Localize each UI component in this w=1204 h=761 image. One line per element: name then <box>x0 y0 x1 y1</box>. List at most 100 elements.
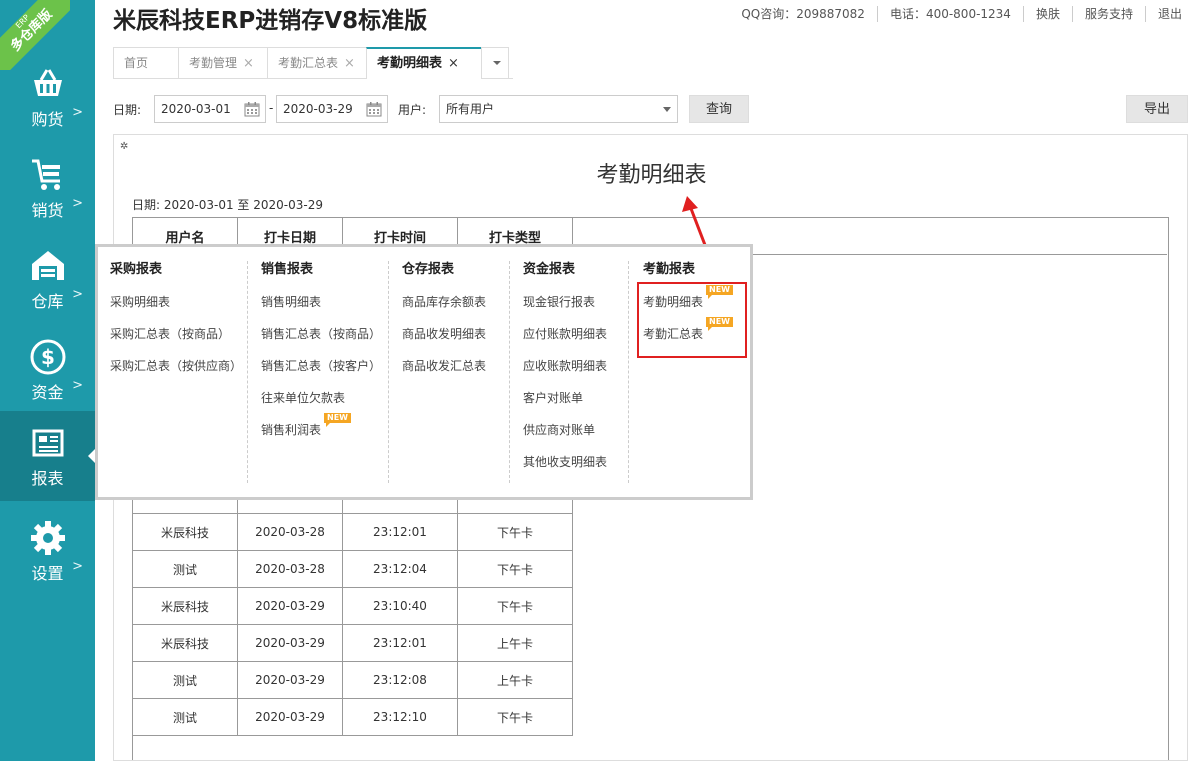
cell-type: 上午卡 <box>457 661 573 699</box>
table-row: 米辰科技 2020-03-29 23:12:01 上午卡 <box>132 624 573 662</box>
start-date-input[interactable]: 2020-03-01 <box>154 95 266 123</box>
cell-user: 测试 <box>132 550 238 588</box>
menu-item[interactable]: 其他收支明细表 <box>523 453 628 485</box>
cell-time: 23:12:08 <box>342 661 458 699</box>
qq-contact: QQ咨询：209887082 <box>741 7 865 21</box>
menu-column-sales: 销售报表 销售明细表 销售汇总表（按商品） 销售汇总表（按客户） 往来单位欠款表… <box>261 261 389 483</box>
skin-link[interactable]: 换肤 <box>1022 6 1072 22</box>
tab-label: 考勤汇总表 <box>278 56 339 70</box>
settings-small-icon[interactable]: ✲ <box>120 141 128 152</box>
menu-heading: 仓存报表 <box>402 262 455 277</box>
tab-home[interactable]: 首页 <box>113 47 179 78</box>
menu-item[interactable]: 应付账款明细表 <box>523 325 628 357</box>
user-select[interactable]: 所有用户 <box>439 95 678 123</box>
chevron-right-icon: > <box>72 559 83 574</box>
menu-item[interactable]: 采购汇总表（按供应商） <box>110 357 247 389</box>
cell-user: 米辰科技 <box>132 587 238 625</box>
end-date-input[interactable]: 2020-03-29 <box>276 95 388 123</box>
sidebar-item-funds[interactable]: $ 资金 > <box>0 325 95 415</box>
cell-date: 2020-03-28 <box>237 513 343 551</box>
filter-bar: 日期: 2020-03-01 - 2020-03-29 用户: 所有用户 查询 … <box>113 95 1188 123</box>
menu-item[interactable]: 销售汇总表（按商品） <box>261 325 388 357</box>
sidebar-item-reports[interactable]: 报表 <box>0 411 96 501</box>
cell-time: 23:12:04 <box>342 550 458 588</box>
export-button[interactable]: 导出 <box>1126 95 1188 123</box>
warehouse-icon <box>31 251 64 280</box>
tab-more-dropdown[interactable] <box>481 47 509 78</box>
caret-down-icon <box>493 61 501 65</box>
menu-item[interactable]: 应收账款明细表 <box>523 357 628 389</box>
menu-heading: 考勤报表 <box>643 262 696 277</box>
calendar-icon[interactable] <box>244 101 260 117</box>
start-date-value: 2020-03-01 <box>161 102 231 116</box>
menu-column-funds: 资金报表 现金银行报表 应付账款明细表 应收账款明细表 客户对账单 供应商对账单… <box>523 261 629 483</box>
cell-user: 米辰科技 <box>132 513 238 551</box>
menu-item[interactable]: 销售明细表 <box>261 293 388 325</box>
menu-item[interactable]: 客户对账单 <box>523 389 628 421</box>
cell-type: 下午卡 <box>457 587 573 625</box>
menu-item-with-badge[interactable]: 销售利润表 NEW <box>261 413 388 453</box>
close-icon[interactable]: × <box>243 56 254 71</box>
close-icon[interactable]: × <box>448 56 459 71</box>
menu-item[interactable]: 商品库存余额表 <box>402 293 509 325</box>
menu-item[interactable]: 现金银行报表 <box>523 293 628 325</box>
end-date-value: 2020-03-29 <box>283 102 353 116</box>
date-label: 日期: <box>113 103 142 117</box>
caret-down-icon <box>663 107 671 112</box>
menu-column-purchase: 采购报表 采购明细表 采购汇总表（按商品） 采购汇总表（按供应商） <box>110 261 248 483</box>
tab-attendance-summary[interactable]: 考勤汇总表 × <box>267 47 367 78</box>
support-link[interactable]: 服务支持 <box>1071 6 1145 22</box>
menu-item[interactable]: 供应商对账单 <box>523 421 628 453</box>
logout-link[interactable]: 退出 <box>1144 6 1194 22</box>
cell-time: 23:12:10 <box>342 698 458 736</box>
cell-type: 上午卡 <box>457 624 573 662</box>
sidebar-item-warehouse[interactable]: 仓库 > <box>0 234 95 324</box>
phone-contact: 电话：400-800-1234 <box>876 6 1023 22</box>
table-row: 米辰科技 2020-03-28 23:12:01 下午卡 <box>132 513 573 551</box>
query-button[interactable]: 查询 <box>689 95 749 123</box>
tab-label: 考勤明细表 <box>377 56 443 71</box>
report-icon <box>32 429 63 457</box>
table-row: 测试 2020-03-28 23:12:04 下午卡 <box>132 550 573 588</box>
app-title: 米辰科技ERP进销存V8标准版 <box>113 8 428 34</box>
svg-text:$: $ <box>41 345 55 369</box>
gear-icon <box>30 521 65 555</box>
cell-date: 2020-03-29 <box>237 587 343 625</box>
cell-time: 23:12:01 <box>342 624 458 662</box>
tab-attendance-detail[interactable]: 考勤明细表 × <box>366 47 482 79</box>
table-row: 测试 2020-03-29 23:12:08 上午卡 <box>132 661 573 699</box>
sidebar: ERP 多仓库版 购货 > 销货 > 仓库 > $ 资金 > 报表 设置 > <box>0 0 96 761</box>
cell-type: 下午卡 <box>457 513 573 551</box>
menu-item[interactable]: 商品收发汇总表 <box>402 357 509 389</box>
cell-type: 下午卡 <box>457 550 573 588</box>
sidebar-item-sales[interactable]: 销货 > <box>0 143 95 233</box>
menu-item[interactable]: 采购汇总表（按商品） <box>110 325 247 357</box>
tab-label: 考勤管理 <box>189 56 238 70</box>
menu-item[interactable]: 销售汇总表（按客户） <box>261 357 388 389</box>
close-icon[interactable]: × <box>344 56 355 71</box>
cell-user: 测试 <box>132 661 238 699</box>
table-row: 测试 2020-03-29 23:12:10 下午卡 <box>132 698 573 736</box>
user-label: 用户: <box>398 103 427 117</box>
menu-item[interactable]: 采购明细表 <box>110 293 247 325</box>
new-badge: NEW <box>324 413 351 427</box>
chevron-right-icon: > <box>72 105 83 120</box>
reports-dropdown-menu: 采购报表 采购明细表 采购汇总表（按商品） 采购汇总表（按供应商） 销售报表 销… <box>95 244 753 500</box>
cell-time: 23:10:40 <box>342 587 458 625</box>
table-row: 米辰科技 2020-03-29 23:10:40 下午卡 <box>132 587 573 625</box>
sidebar-item-settings[interactable]: 设置 > <box>0 506 95 596</box>
tab-label: 首页 <box>124 56 149 70</box>
cell-type: 下午卡 <box>457 698 573 736</box>
cell-time: 23:12:01 <box>342 513 458 551</box>
cell-date: 2020-03-29 <box>237 624 343 662</box>
chevron-right-icon: > <box>72 196 83 211</box>
calendar-icon[interactable] <box>366 101 382 117</box>
report-title: 考勤明细表 <box>596 163 707 188</box>
menu-heading: 销售报表 <box>261 262 314 277</box>
tab-attendance-management[interactable]: 考勤管理 × <box>178 47 268 78</box>
cell-user: 米辰科技 <box>132 624 238 662</box>
menu-item[interactable]: 商品收发明细表 <box>402 325 509 357</box>
sidebar-item-purchase[interactable]: 购货 > <box>0 52 95 142</box>
cell-user: 测试 <box>132 698 238 736</box>
basket-icon <box>33 69 62 96</box>
